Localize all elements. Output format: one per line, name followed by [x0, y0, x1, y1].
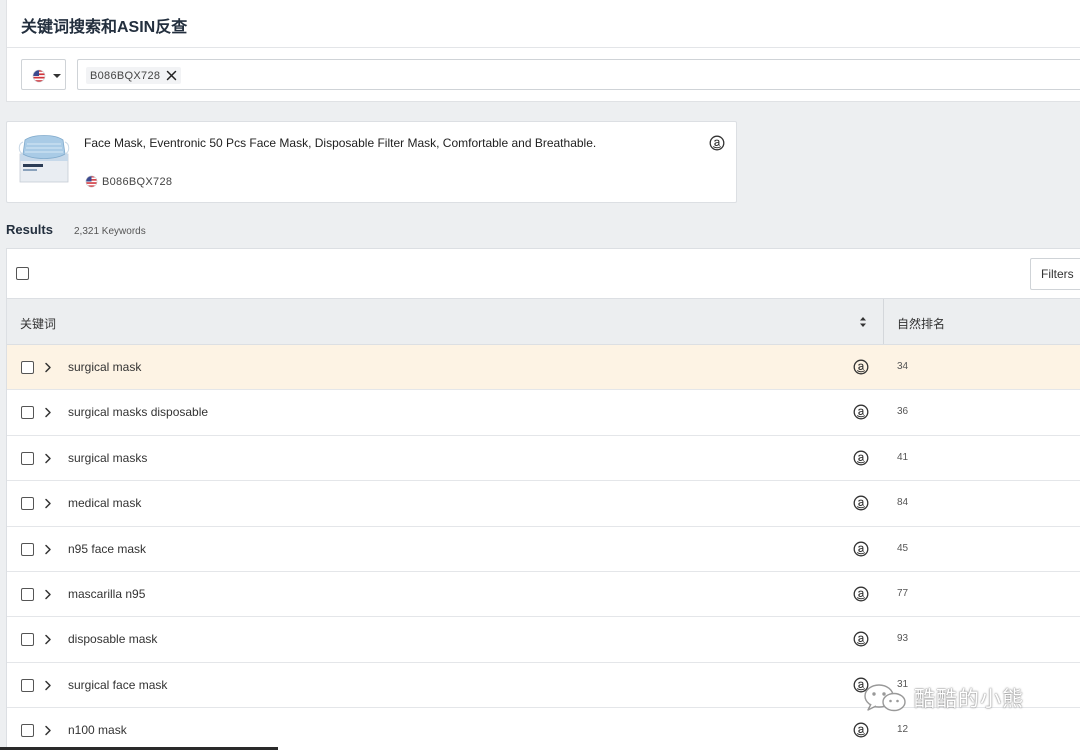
asin-search-input[interactable]: B086BQX728	[77, 59, 1080, 90]
row-checkbox[interactable]	[21, 724, 34, 738]
table-row[interactable]: surgical face mask 31	[7, 662, 1080, 709]
column-divider[interactable]	[883, 299, 884, 344]
face-mask-product-image	[17, 132, 71, 188]
results-table: Filters 关键词 自然排名 surgical mask 34 surgical…	[6, 248, 1080, 750]
row-checkbox[interactable]	[21, 451, 34, 465]
table-row[interactable]: n95 face mask 45	[7, 526, 1080, 572]
chevron-right-icon[interactable]	[44, 362, 52, 373]
row-checkbox[interactable]	[21, 678, 34, 692]
row-checkbox[interactable]	[21, 406, 34, 420]
keyword-cell[interactable]: surgical face mask	[68, 678, 167, 692]
keyword-cell[interactable]: medical mask	[68, 496, 141, 510]
divider	[7, 47, 1080, 48]
select-all-checkbox[interactable]	[16, 267, 29, 280]
table-row[interactable]: n100 mask 12	[7, 708, 1080, 750]
results-count: 2,321 Keywords	[74, 226, 146, 237]
us-flag-icon	[32, 69, 46, 83]
organic-rank-cell: 41	[897, 451, 909, 463]
table-body: surgical mask 34 surgical masks disposable…	[7, 345, 1080, 750]
marketplace-select[interactable]	[21, 59, 66, 90]
close-icon[interactable]	[166, 70, 177, 81]
keyword-cell[interactable]: n95 face mask	[68, 542, 146, 556]
chevron-right-icon[interactable]	[44, 725, 52, 736]
filters-button[interactable]: Filters	[1030, 258, 1080, 290]
amazon-icon[interactable]	[853, 450, 869, 466]
organic-rank-cell: 12	[897, 724, 909, 736]
row-checkbox[interactable]	[21, 633, 34, 647]
keyword-cell[interactable]: surgical masks	[68, 451, 147, 465]
amazon-icon[interactable]	[853, 359, 869, 375]
keyword-cell[interactable]: disposable mask	[68, 632, 157, 646]
search-panel: 关键词搜索和ASIN反查 B086BQX728	[6, 0, 1080, 102]
chevron-right-icon[interactable]	[44, 680, 52, 691]
keyword-cell[interactable]: mascarilla n95	[68, 587, 145, 601]
table-row[interactable]: surgical mask 34	[7, 345, 1080, 391]
keyword-cell[interactable]: surgical masks disposable	[68, 405, 208, 419]
amazon-icon[interactable]	[853, 586, 869, 602]
amazon-icon[interactable]	[709, 135, 725, 151]
table-row[interactable]: surgical masks disposable 36	[7, 390, 1080, 436]
product-title[interactable]: Face Mask, Eventronic 50 Pcs Face Mask, …	[84, 135, 604, 151]
sort-icon[interactable]	[859, 316, 867, 328]
asin-chip-label: B086BQX728	[90, 69, 161, 82]
page-title: 关键词搜索和ASIN反查	[21, 19, 188, 36]
organic-rank-cell: 93	[897, 633, 909, 645]
table-toolbar: Filters	[7, 249, 1080, 299]
table-row[interactable]: medical mask 84	[7, 481, 1080, 527]
organic-rank-cell: 36	[897, 406, 909, 418]
chevron-right-icon[interactable]	[44, 634, 52, 645]
product-asin: B086BQX728	[85, 175, 172, 188]
product-card[interactable]: Face Mask, Eventronic 50 Pcs Face Mask, …	[6, 121, 737, 203]
results-heading: Results	[6, 222, 53, 237]
amazon-icon[interactable]	[853, 404, 869, 420]
amazon-icon[interactable]	[853, 495, 869, 511]
column-header-organic-rank[interactable]: 自然排名	[897, 315, 945, 332]
table-header: 关键词 自然排名	[7, 299, 1080, 345]
caret-down-icon	[53, 74, 61, 78]
organic-rank-cell: 31	[897, 678, 909, 690]
keyword-cell[interactable]: n100 mask	[68, 723, 127, 737]
asin-chip: B086BQX728	[86, 67, 182, 84]
chevron-right-icon[interactable]	[44, 589, 52, 600]
chevron-right-icon[interactable]	[44, 544, 52, 555]
table-row[interactable]: disposable mask 93	[7, 617, 1080, 663]
organic-rank-cell: 84	[897, 497, 909, 509]
amazon-icon[interactable]	[853, 722, 869, 738]
table-row[interactable]: mascarilla n95 77	[7, 571, 1080, 618]
chevron-right-icon[interactable]	[44, 498, 52, 509]
chevron-right-icon[interactable]	[44, 453, 52, 464]
table-row[interactable]: surgical masks 41	[7, 435, 1080, 482]
organic-rank-cell: 77	[897, 587, 909, 599]
amazon-icon[interactable]	[853, 677, 869, 693]
row-checkbox[interactable]	[21, 542, 34, 556]
row-checkbox[interactable]	[21, 497, 34, 511]
organic-rank-cell: 45	[897, 542, 909, 554]
us-flag-icon	[85, 175, 98, 188]
amazon-icon[interactable]	[853, 631, 869, 647]
organic-rank-cell: 34	[897, 361, 909, 372]
keyword-cell[interactable]: surgical mask	[68, 360, 141, 374]
column-header-keyword[interactable]: 关键词	[20, 315, 56, 332]
row-checkbox[interactable]	[21, 361, 34, 374]
product-asin-label: B086BQX728	[102, 175, 173, 188]
row-checkbox[interactable]	[21, 587, 34, 601]
chevron-right-icon[interactable]	[44, 407, 52, 418]
amazon-icon[interactable]	[853, 541, 869, 557]
